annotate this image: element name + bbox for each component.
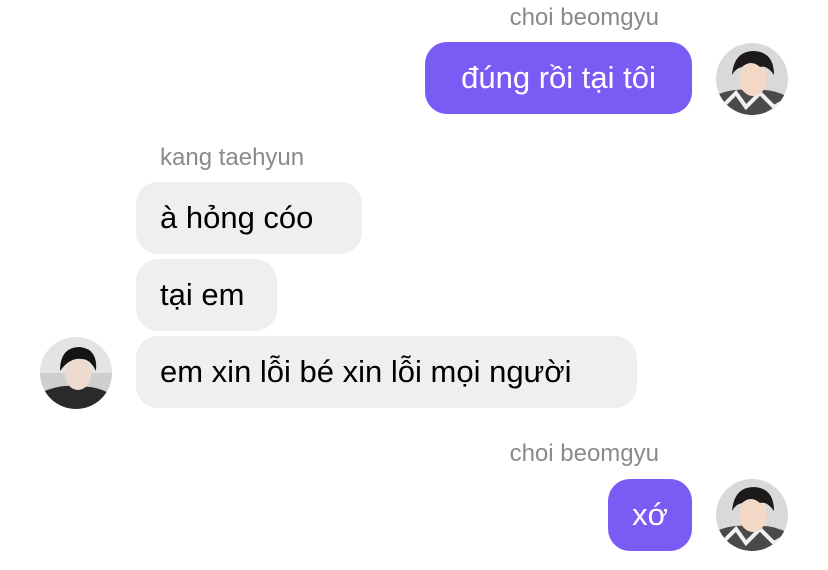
sender-name: choi beomgyu xyxy=(509,4,659,31)
profile-avatar-icon[interactable] xyxy=(716,479,788,551)
sender-name: kang taehyun xyxy=(160,144,305,171)
message-bubble[interactable]: đúng rồi tại tôi xyxy=(425,42,692,114)
message-bubble[interactable]: tại em xyxy=(136,259,277,331)
message-bubble[interactable]: em xin lỗi bé xin lỗi mọi người xyxy=(136,336,637,408)
message-bubble[interactable]: à hỏng cóo xyxy=(136,182,362,254)
profile-avatar-icon[interactable] xyxy=(40,337,112,409)
profile-avatar-icon[interactable] xyxy=(716,43,788,115)
sender-name: choi beomgyu xyxy=(509,440,659,467)
message-bubble[interactable]: xớ xyxy=(608,479,692,551)
